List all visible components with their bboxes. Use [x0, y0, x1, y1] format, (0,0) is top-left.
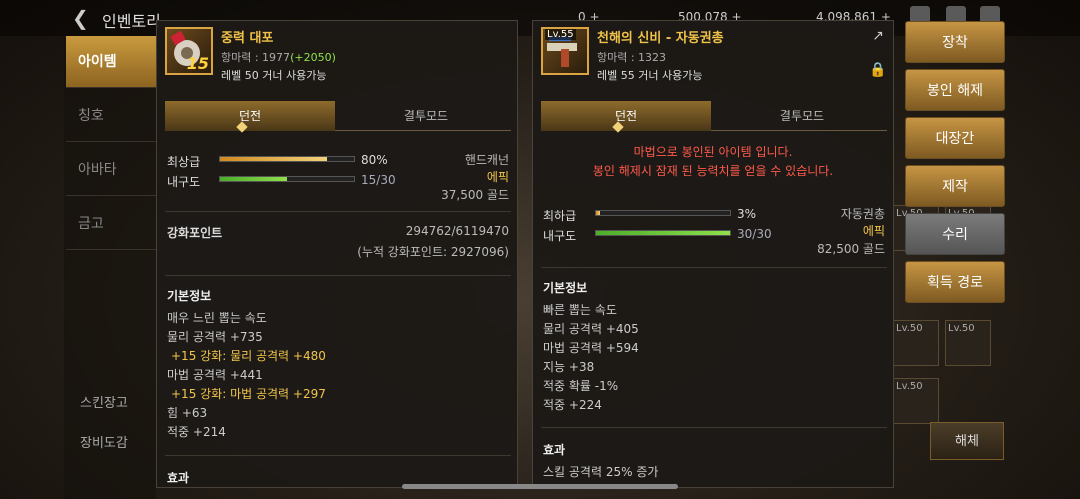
divider — [165, 275, 511, 276]
inventory-slot[interactable]: Lv.50 — [893, 320, 939, 366]
inventory-slot[interactable]: Lv.50 — [893, 378, 939, 424]
unseal-button[interactable]: 봉인 해제 — [905, 69, 1005, 111]
level-requirement: 레벨 55 거너 사용가능 — [597, 69, 703, 82]
basic-info-title: 기본정보 — [543, 281, 588, 295]
level-requirement: 레벨 50 거너 사용가능 — [221, 69, 327, 82]
stat-line-enhance: +15 강화: 마법 공격력 +297 — [171, 387, 326, 401]
mode-tabs: 던전 결투모드 — [165, 101, 511, 131]
power-bonus: (+2050) — [290, 51, 336, 64]
grade-bar — [219, 156, 355, 162]
sidebar-item-items[interactable]: 아이템 — [66, 36, 156, 88]
page-title: 인벤토리 — [102, 12, 161, 31]
sidebar-item-avatar[interactable]: 아바타 — [66, 144, 156, 196]
grade-value: 80% — [361, 153, 388, 167]
equip-button[interactable]: 장착 — [905, 21, 1005, 63]
lock-icon[interactable]: 🔒 — [869, 61, 887, 79]
divider — [165, 455, 511, 456]
durability-value: 30/30 — [737, 227, 772, 241]
item-name: 천해의 신비 - 자동권총 — [597, 31, 724, 46]
sealed-message: 마법으로 봉인된 아이템 입니다. — [633, 145, 793, 159]
share-icon[interactable]: ↗ — [869, 27, 887, 45]
sidebar-item-vault[interactable]: 금고 — [66, 198, 156, 250]
repair-button[interactable]: 수리 — [905, 213, 1005, 255]
grade-label: 최하급 — [543, 209, 577, 223]
item-type: 핸드캐넌 — [464, 153, 509, 167]
divider — [541, 427, 887, 428]
divider — [165, 211, 511, 212]
blacksmith-button[interactable]: 대장간 — [905, 117, 1005, 159]
enhance-points-value: 294762/6119470 — [405, 224, 509, 238]
equipment-dex-link[interactable]: 장비도감 — [80, 432, 128, 451]
item-rarity: 에픽 — [862, 224, 885, 238]
enhance-points-label: 강화포인트 — [167, 226, 223, 240]
item-icon-pistol: Lv.55 — [541, 27, 589, 75]
tab-pvp[interactable]: 결투모드 — [717, 101, 887, 131]
basic-info-title: 기본정보 — [167, 289, 212, 303]
grade-bar — [595, 210, 731, 216]
item-tooltip-equipped: 15 중력 대포 항마력 : 1977(+2050) 레벨 50 거너 사용가능… — [156, 20, 518, 488]
back-arrow-icon[interactable]: ❮ — [72, 6, 96, 30]
skin-storage-link[interactable]: 스킨장고 — [80, 392, 128, 411]
stat-line: 마법 공격력 +594 — [543, 341, 639, 355]
item-rarity: 에픽 — [486, 170, 509, 184]
item-price: 37,500 골드 — [441, 188, 509, 202]
item-power: 항마력 : 1323 — [597, 51, 667, 64]
grade-label: 최상급 — [167, 155, 201, 169]
sealed-message: 봉인 해제시 잠재 된 능력치를 얻을 수 있습니다. — [592, 164, 834, 178]
tab-pvp[interactable]: 결투모드 — [341, 101, 511, 131]
item-name: 중력 대포 — [221, 31, 274, 46]
effect-title: 효과 — [543, 443, 566, 457]
item-power: 항마력 : 1977(+2050) — [221, 51, 336, 64]
item-icon-cannon: 15 — [165, 27, 213, 75]
stat-line: 지능 +38 — [543, 360, 595, 374]
mode-tabs: 던전 결투모드 — [541, 101, 887, 131]
enhance-points-cumulative: (누적 강화포인트: 2927096) — [357, 245, 509, 259]
disassemble-button[interactable]: 해체 — [930, 422, 1004, 460]
effect-title: 효과 — [167, 471, 190, 485]
stat-line: 마법 공격력 +441 — [167, 368, 263, 382]
item-price: 82,500 골드 — [817, 242, 885, 256]
tab-dungeon[interactable]: 던전 — [165, 101, 335, 131]
stat-line: 적중 확률 -1% — [543, 379, 619, 393]
grade-value: 3% — [737, 207, 757, 221]
stat-line: 물리 공격력 +405 — [543, 322, 639, 336]
stat-line: 빠른 뽑는 속도 — [543, 303, 617, 317]
item-tooltip-compare: Lv.55 천해의 신비 - 자동권총 ↗ 🔒 항마력 : 1323 레벨 55… — [532, 20, 894, 488]
effect-line: 스킬 공격력 25% 증가 — [543, 465, 659, 479]
stat-line: 적중 +214 — [167, 425, 226, 439]
stat-line: 힘 +63 — [167, 406, 208, 420]
stat-line-enhance: +15 강화: 물리 공격력 +480 — [171, 349, 326, 363]
acquisition-path-button[interactable]: 획득 경로 — [905, 261, 1005, 303]
tab-dungeon[interactable]: 던전 — [541, 101, 711, 131]
durability-bar — [595, 230, 731, 236]
sidebar-item-titles[interactable]: 칭호 — [66, 90, 156, 142]
inventory-slot[interactable]: Lv.50 — [945, 320, 991, 366]
enhance-level: 15 — [186, 54, 209, 73]
scroll-indicator[interactable] — [402, 484, 678, 489]
item-type: 자동권총 — [840, 207, 885, 221]
divider — [541, 267, 887, 268]
craft-button[interactable]: 제작 — [905, 165, 1005, 207]
durability-label: 내구도 — [167, 175, 201, 189]
stat-line: 매우 느린 뽑는 속도 — [167, 311, 267, 325]
durability-value: 15/30 — [361, 173, 396, 187]
stat-line: 적중 +224 — [543, 398, 602, 412]
durability-label: 내구도 — [543, 229, 577, 243]
icon-level: Lv.55 — [545, 29, 576, 40]
stat-line: 물리 공격력 +735 — [167, 330, 263, 344]
durability-bar — [219, 176, 355, 182]
